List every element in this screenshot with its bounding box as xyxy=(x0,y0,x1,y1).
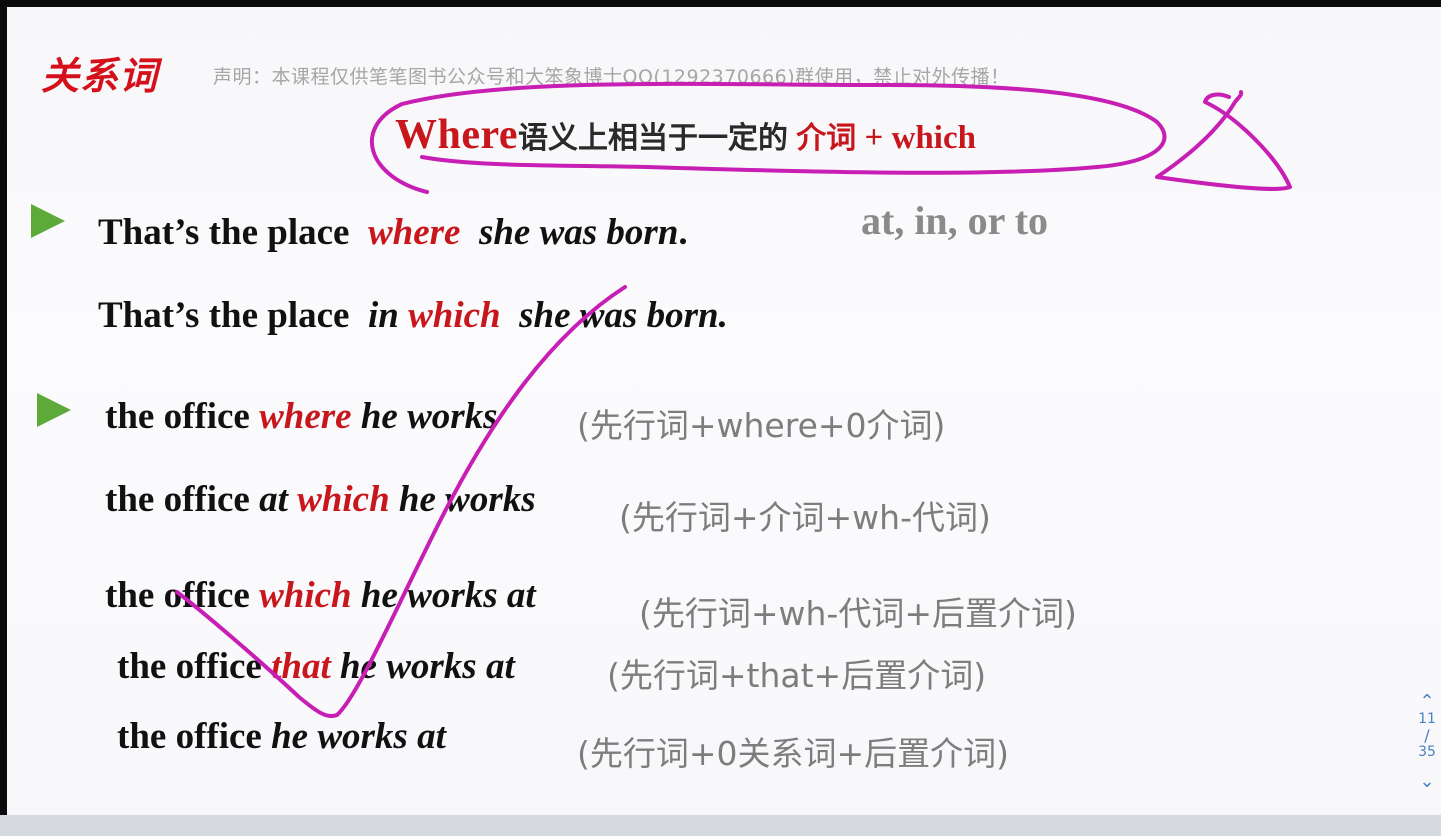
relative-word: that xyxy=(271,646,331,687)
sentence-text: she was born. xyxy=(519,295,728,336)
total-pages: 35 xyxy=(1418,744,1436,760)
chevron-down-icon[interactable]: ⌄ xyxy=(1413,773,1441,791)
sentence-text: That’s the place xyxy=(98,212,350,253)
example-phrase-4: the office that he works at xyxy=(117,645,515,688)
page-separator: / xyxy=(1424,726,1430,745)
headline: Where语义上相当于一定的 介词 + which xyxy=(395,111,976,159)
slide: 关系词 声明：本课程仅供笔笔图书公众号和大笨象博士QQ(1292370666)群… xyxy=(7,7,1441,829)
structure-note-2: (先行词+介词+wh-代词) xyxy=(619,498,991,537)
phrase-text: the office xyxy=(117,646,262,687)
sentence-text: she was born xyxy=(478,212,679,253)
headline-which: which xyxy=(891,120,976,156)
headline-where: Where xyxy=(395,112,519,158)
phrase-text: he works xyxy=(398,479,536,520)
relative-word: which xyxy=(408,295,501,336)
phrase-text: the office xyxy=(117,716,262,757)
preposition-word: in xyxy=(367,295,399,336)
structure-note-4: (先行词+that+后置介词) xyxy=(607,656,987,695)
phrase-text: he works at xyxy=(360,575,536,616)
example-phrase-3: the office which he works at xyxy=(105,574,536,617)
relative-word: where xyxy=(259,396,352,437)
relative-word: which xyxy=(297,479,390,520)
example-sentence-1: That’s the place where she was born. xyxy=(98,211,688,254)
example-phrase-1: the office where he works xyxy=(105,395,498,438)
slide-pager: ⌃ 11 / 35 ⌄ xyxy=(1413,693,1441,791)
disclaimer-text: 声明：本课程仅供笔笔图书公众号和大笨象博士QQ(1292370666)群使用，禁… xyxy=(213,66,1010,88)
chevron-up-icon[interactable]: ⌃ xyxy=(1413,693,1441,711)
bottom-strip xyxy=(0,815,1441,836)
example-phrase-5: the office he works at xyxy=(117,715,446,758)
phrase-text: he works at xyxy=(271,716,446,757)
headline-plus: + xyxy=(864,120,884,156)
sentence-text: That’s the place xyxy=(98,295,350,336)
phrase-text: the office xyxy=(105,575,250,616)
bullet-arrow-icon xyxy=(37,393,71,427)
relative-word: where xyxy=(367,212,461,253)
slide-title: 关系词 xyxy=(41,54,159,98)
phrase-text: the office xyxy=(105,396,250,437)
bullet-arrow-icon xyxy=(31,204,65,238)
example-phrase-2: the office at which he works xyxy=(105,478,536,521)
preposition-word: at xyxy=(259,479,288,520)
structure-note-1: (先行词+where+0介词) xyxy=(577,406,946,445)
phrase-text: the office xyxy=(105,479,250,520)
structure-note-5: (先行词+0关系词+后置介词) xyxy=(577,734,1010,773)
relative-word: which xyxy=(259,575,352,616)
headline-prep: 介词 xyxy=(796,121,857,156)
sentence-period: . xyxy=(678,212,688,253)
phrase-text: he works at xyxy=(339,646,515,687)
preposition-list: at, in, or to xyxy=(861,198,1049,243)
example-sentence-2: That’s the place in which she was born. xyxy=(98,294,728,337)
phrase-text: he works xyxy=(360,396,498,437)
headline-meaning: 语义上相当于一定的 xyxy=(518,121,789,156)
ink-triangle xyxy=(1155,90,1292,191)
structure-note-3: (先行词+wh-代词+后置介词) xyxy=(639,594,1077,633)
